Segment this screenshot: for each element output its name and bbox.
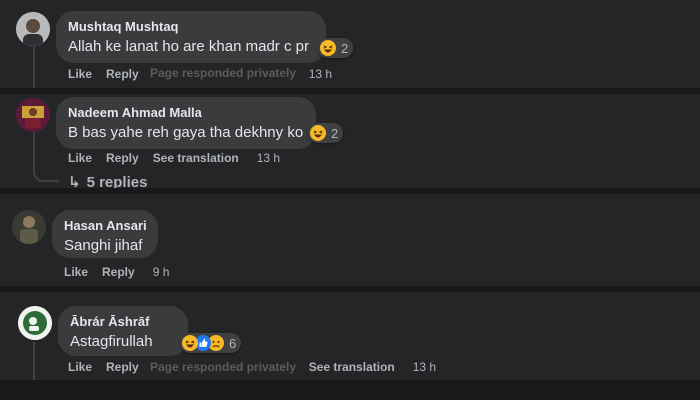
comment-nadeem: Nadeem Ahmad Malla B bas yahe reh gaya t… [0,94,700,188]
timestamp[interactable]: 9 h [153,265,170,279]
haha-emoji-icon [320,40,336,56]
avatar[interactable] [16,98,50,132]
reactions-summary[interactable]: 2 [318,38,354,58]
reaction-count: 6 [229,335,237,351]
comment-actions: Like Reply 13 h [68,67,346,81]
like-button[interactable]: Like [64,265,88,279]
comment-text: B bas yahe reh gaya tha dekhny ko [68,124,304,141]
comment-hasan: Hasan Ansari Sanghi jihaf Like Reply 9 h [0,194,700,286]
reply-button[interactable]: Reply [106,151,139,165]
like-button[interactable]: Like [68,67,92,81]
thread-line [33,44,35,88]
reactions-summary[interactable]: 2 [308,123,344,143]
avatar[interactable] [18,306,52,340]
comment-actions: Like Reply 9 h [64,265,183,279]
replies-count: 5 replies [86,174,148,188]
avatar[interactable] [16,12,50,46]
reactions-summary[interactable]: 6 [180,333,242,353]
timestamp[interactable]: 13 h [257,151,280,165]
reply-button[interactable]: Reply [102,265,135,279]
thread-line [33,130,35,172]
comment-bubble: Nadeem Ahmad Malla B bas yahe reh gaya t… [56,97,316,149]
comment-author[interactable]: Mushtaq Mushtaq [68,19,314,35]
see-translation-button[interactable]: See translation [153,151,239,165]
comment-text: Astagfirullah [70,333,153,350]
avatar[interactable] [12,210,46,244]
reply-button[interactable]: Reply [106,67,139,81]
comment-text: Allah ke lanat ho are khan madr c pr [68,38,309,55]
comment-author[interactable]: Ābrár Āshrāf [70,314,176,330]
comment-bubble: Hasan Ansari Sanghi jihaf [52,210,158,258]
reply-button[interactable]: Reply [106,360,139,374]
comment-text: Sanghi jihaf [64,237,143,254]
haha-emoji-icon [182,335,198,351]
thread-line [33,342,35,380]
comment-actions: Like Reply See translation 13 h [68,151,294,165]
comment-abrar: Ābrár Āshrāf Astagfirullah 6 Page respon… [0,292,700,380]
comment-actions: Like Reply See translation 13 h [68,360,450,374]
view-replies-button[interactable]: ↳ 5 replies [68,173,147,188]
like-button[interactable]: Like [68,360,92,374]
like-button[interactable]: Like [68,151,92,165]
reaction-count: 2 [331,125,339,141]
divider [0,380,700,400]
reaction-count: 2 [341,40,349,56]
comment-mushtaq: Mushtaq Mushtaq Allah ke lanat ho are kh… [0,0,700,88]
timestamp[interactable]: 13 h [309,67,332,81]
thread-curve [33,168,59,182]
see-translation-button[interactable]: See translation [309,360,395,374]
reply-arrow-icon: ↳ [68,174,81,188]
comment-bubble: Ābrár Āshrāf Astagfirullah [58,306,188,356]
haha-emoji-icon [310,125,326,141]
comment-author[interactable]: Hasan Ansari [64,218,147,234]
comment-bubble: Mushtaq Mushtaq Allah ke lanat ho are kh… [56,11,326,63]
comment-author[interactable]: Nadeem Ahmad Malla [68,105,304,121]
timestamp[interactable]: 13 h [413,360,436,374]
